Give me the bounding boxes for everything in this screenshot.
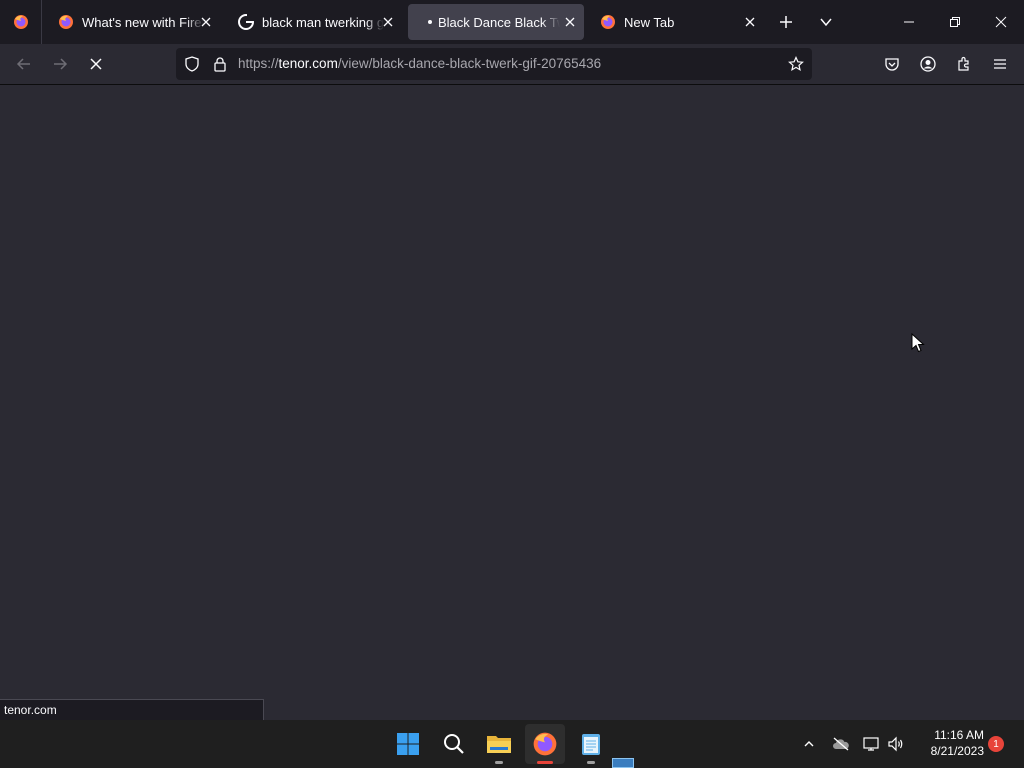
taskbar: 11:16 AM 8/21/2023 1	[0, 720, 1024, 768]
speaker-icon	[888, 736, 903, 752]
puzzle-icon	[958, 56, 969, 71]
close-tab-icon[interactable]	[380, 14, 396, 30]
google-icon	[238, 14, 254, 30]
arrow-left-icon	[16, 58, 30, 70]
app-preview-icon[interactable]	[612, 758, 634, 768]
url-path: /view/black-dance-black-twerk-gif-207654…	[337, 56, 602, 71]
notification-badge[interactable]: 1	[988, 736, 1004, 752]
list-all-tabs-button[interactable]	[810, 6, 842, 38]
url-prefix: https://	[238, 56, 279, 71]
mouse-cursor-icon	[911, 333, 925, 353]
account-icon	[920, 56, 936, 72]
plus-icon	[780, 16, 792, 28]
tab-title: What's new with Firefox	[82, 14, 204, 30]
restore-icon	[950, 17, 960, 27]
running-indicator	[587, 761, 595, 764]
tab-new-tab[interactable]: New Tab	[588, 4, 764, 40]
file-explorer-button[interactable]	[479, 724, 519, 764]
tab-title: New Tab	[624, 14, 675, 30]
firefox-taskbar-button[interactable]	[525, 724, 565, 764]
start-button[interactable]	[388, 724, 428, 764]
loading-dot-icon	[428, 20, 432, 24]
firefox-view-button[interactable]	[0, 0, 42, 44]
restore-button[interactable]	[932, 0, 978, 44]
stop-icon	[90, 58, 102, 70]
stop-button[interactable]	[80, 48, 112, 80]
chevron-up-icon	[804, 741, 814, 747]
url-host: tenor.com	[278, 56, 338, 71]
clock[interactable]: 11:16 AM 8/21/2023	[912, 727, 984, 759]
app-menu-button[interactable]	[984, 48, 1016, 80]
close-tab-icon[interactable]	[742, 14, 758, 30]
notepad-icon	[582, 734, 600, 755]
clock-time: 11:16 AM	[934, 728, 984, 742]
navigation-toolbar: https://tenor.com/view/black-dance-black…	[0, 44, 1024, 85]
forward-button[interactable]	[44, 48, 76, 80]
pocket-icon	[885, 58, 899, 71]
network-icon	[863, 737, 879, 751]
chevron-down-icon	[820, 18, 832, 27]
tab-whats-new[interactable]: What's new with Firefox	[46, 4, 220, 40]
running-indicator	[495, 761, 503, 764]
arrow-right-icon	[54, 58, 68, 70]
volume-tray-button[interactable]	[884, 732, 908, 756]
tab-strip: What's new with Firefox black man twerki…	[0, 0, 1024, 44]
tab-google-search[interactable]: black man twerking gif	[226, 4, 402, 40]
search-button[interactable]	[434, 724, 474, 764]
close-tab-icon[interactable]	[562, 14, 578, 30]
lock-icon[interactable]	[212, 56, 228, 72]
status-panel: tenor.com	[0, 699, 264, 720]
tab-black-dance[interactable]: Black Dance Black Twerk	[408, 4, 584, 40]
account-button[interactable]	[912, 48, 944, 80]
search-icon	[444, 734, 464, 754]
firefox-icon	[59, 15, 73, 29]
star-icon[interactable]	[788, 56, 804, 72]
extensions-button[interactable]	[948, 48, 980, 80]
page-content[interactable]	[0, 85, 1024, 720]
minimize-icon	[904, 21, 914, 23]
firefox-icon	[533, 732, 557, 756]
windows-logo-icon	[397, 733, 419, 755]
network-tray-button[interactable]	[860, 732, 884, 756]
tab-title: Black Dance Black Twerk	[438, 14, 560, 30]
url-text[interactable]: https://tenor.com/view/black-dance-black…	[238, 56, 601, 71]
show-hidden-icons-button[interactable]	[797, 732, 821, 756]
notepad-button[interactable]	[571, 724, 611, 764]
close-tab-icon[interactable]	[198, 14, 214, 30]
close-window-button[interactable]	[978, 0, 1024, 44]
firefox-icon	[13, 15, 28, 29]
tracking-protection-shield-icon[interactable]	[184, 56, 200, 72]
cloud-offline-icon	[833, 737, 849, 751]
clock-date: 8/21/2023	[930, 744, 984, 758]
folder-icon	[487, 736, 511, 753]
new-tab-button[interactable]	[770, 6, 802, 38]
tab-title: black man twerking gif	[262, 14, 384, 30]
active-indicator	[537, 761, 553, 764]
firefox-icon	[601, 15, 615, 29]
back-button[interactable]	[8, 48, 40, 80]
close-icon	[995, 16, 1007, 28]
hamburger-menu-icon	[994, 59, 1006, 69]
pocket-button[interactable]	[876, 48, 908, 80]
onedrive-tray-button[interactable]	[829, 732, 853, 756]
minimize-button[interactable]	[886, 0, 932, 44]
url-bar[interactable]: https://tenor.com/view/black-dance-black…	[176, 48, 812, 80]
